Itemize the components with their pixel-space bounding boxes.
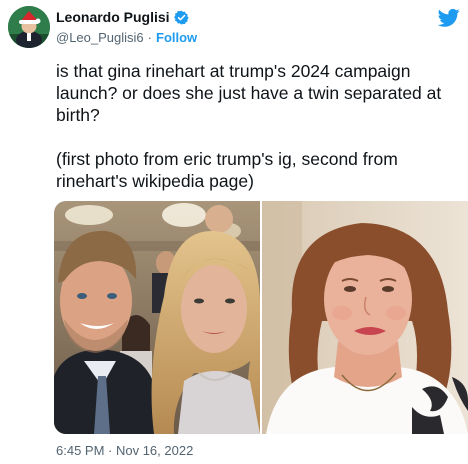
separator-dot: · xyxy=(147,30,152,45)
handle-row: @Leo_Puglisi6 · Follow xyxy=(56,30,197,45)
twitter-bird-icon[interactable] xyxy=(438,8,460,28)
verified-badge-icon xyxy=(173,10,189,25)
portrait-photo-image xyxy=(262,201,468,434)
tweet-text: is that gina rinehart at trump's 2024 ca… xyxy=(56,60,456,192)
media-grid xyxy=(54,201,468,434)
author-name-row: Leonardo Puglisi xyxy=(56,9,189,25)
avatar[interactable] xyxy=(8,6,50,48)
tweet-timestamp[interactable]: 6:45 PM · Nov 16, 2022 xyxy=(56,443,193,458)
tweet-paragraph-2: (first photo from eric trump's ig, secon… xyxy=(56,149,398,191)
tweet-card: Leonardo Puglisi @Leo_Puglisi6 · Follow … xyxy=(0,0,468,464)
selfie-photo-image xyxy=(54,201,260,434)
display-name[interactable]: Leonardo Puglisi xyxy=(56,9,170,25)
author-handle[interactable]: @Leo_Puglisi6 xyxy=(56,30,144,45)
tweet-paragraph-1: is that gina rinehart at trump's 2024 ca… xyxy=(56,61,442,125)
follow-button[interactable]: Follow xyxy=(156,30,197,45)
avatar-image xyxy=(8,6,50,48)
media-photo-1[interactable] xyxy=(54,201,260,434)
media-photo-2[interactable] xyxy=(262,201,468,434)
